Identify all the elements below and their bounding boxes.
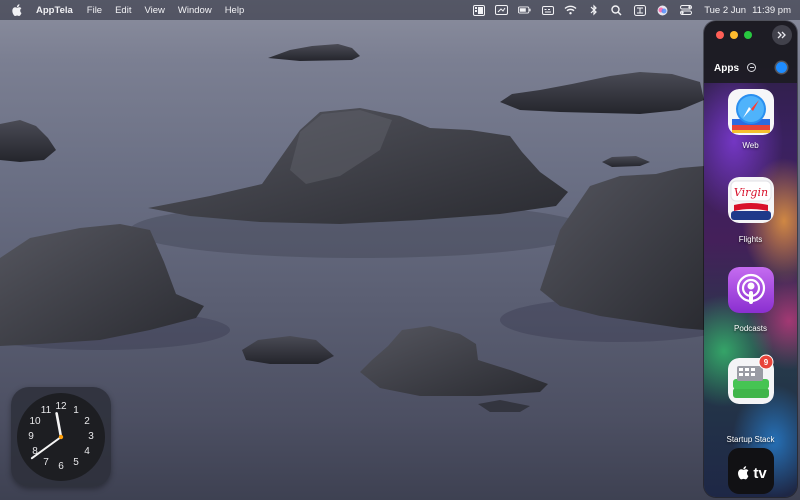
menu-edit[interactable]: Edit <box>115 5 131 16</box>
control-center-icon[interactable] <box>679 5 692 16</box>
apple-tv-text: tv <box>753 465 767 482</box>
virgin-flights-icon[interactable]: Virgin <box>728 177 774 223</box>
svg-text:Virgin: Virgin <box>734 186 768 199</box>
remove-circle-icon[interactable] <box>747 63 756 72</box>
clock-minute-hand <box>30 436 62 460</box>
siri-icon[interactable] <box>656 5 669 16</box>
menu-file[interactable]: File <box>87 5 102 16</box>
app-name-menu[interactable]: AppTela <box>36 5 73 16</box>
status-dot-icon[interactable] <box>776 62 787 73</box>
zoom-window-button[interactable] <box>744 31 752 39</box>
apps-title: Apps <box>714 63 739 74</box>
menu-view[interactable]: View <box>144 5 164 16</box>
clock-center-dot <box>58 434 64 440</box>
minimize-window-button[interactable] <box>730 31 738 39</box>
battery-icon[interactable] <box>518 5 531 16</box>
menu-window[interactable]: Window <box>178 5 212 16</box>
search-icon[interactable] <box>610 4 623 16</box>
clock-hour-hand <box>55 412 63 439</box>
bluetooth-icon[interactable] <box>587 4 600 16</box>
app-item-flights[interactable]: Virgin Flights <box>704 177 797 247</box>
clock-widget[interactable]: 12 1 2 3 4 5 6 7 8 9 10 11 <box>11 387 111 487</box>
menubar-date[interactable]: Tue 2 Jun <box>704 5 746 16</box>
stage-manager-icon[interactable] <box>472 4 485 16</box>
expand-panel-button[interactable] <box>772 25 792 45</box>
apps-header: Apps <box>704 53 797 83</box>
display-icon[interactable] <box>495 5 509 16</box>
panel-titlebar <box>704 21 797 53</box>
app-label-flights: Flights <box>738 235 763 244</box>
clock-face: 12 1 2 3 4 5 6 7 8 9 10 11 <box>17 393 105 481</box>
app-label-startup-stack: Startup Stack <box>726 435 775 444</box>
app-item-startup-stack[interactable]: 9 Startup Stack <box>704 354 797 444</box>
podcasts-icon[interactable] <box>728 267 774 313</box>
safari-icon[interactable] <box>728 89 774 135</box>
apps-side-panel: Apps Web Virgin Flights Podcasts 9 Start… <box>704 21 797 497</box>
badge-count: 9 <box>764 358 769 367</box>
menu-help[interactable]: Help <box>225 5 245 16</box>
desktop-wallpaper <box>0 0 800 500</box>
menubar-time[interactable]: 11:39 pm <box>752 5 791 16</box>
app-label-web: Web <box>742 141 759 150</box>
close-window-button[interactable] <box>716 31 724 39</box>
apple-menu-icon[interactable] <box>12 4 22 17</box>
clock-hands <box>30 412 64 460</box>
wifi-icon[interactable] <box>564 5 577 16</box>
notification-badge-icon: 9 <box>758 354 774 370</box>
keyboard-icon[interactable] <box>541 5 554 16</box>
double-chevron-right-icon <box>777 31 786 39</box>
menu-bar: AppTela File Edit View Window Help Tue 2… <box>0 0 800 20</box>
app-item-podcasts[interactable]: Podcasts <box>704 267 797 337</box>
input-source-icon[interactable] <box>633 4 646 16</box>
apple-tv-icon[interactable]: tv <box>728 448 774 494</box>
app-label-podcasts: Podcasts <box>734 324 767 333</box>
app-item-web[interactable]: Web <box>704 89 797 159</box>
app-item-apple-tv[interactable]: tv <box>704 448 797 497</box>
